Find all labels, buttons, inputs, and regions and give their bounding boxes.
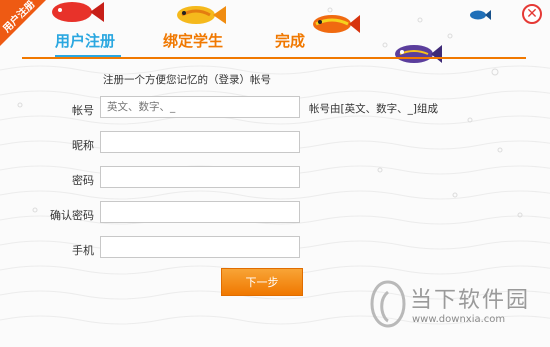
confirm-password-input[interactable] — [100, 201, 300, 223]
watermark-title: 当下软件园 — [410, 288, 531, 313]
password-input[interactable] — [100, 166, 300, 188]
next-button[interactable]: 下一步 — [221, 268, 303, 296]
watermark-logo-icon — [370, 280, 406, 328]
watermark-url: www.downxia.com — [412, 314, 506, 325]
close-button[interactable]: ✕ — [522, 4, 542, 24]
close-icon: ✕ — [526, 6, 538, 22]
registration-window: 用户注册 ✕ 用户注册 绑定学生 完成 注册一个方便您记忆的（登录）帐号 帐号 … — [0, 0, 550, 347]
password-label: 密码 — [72, 174, 94, 187]
nickname-label: 昵称 — [72, 139, 94, 152]
tab-complete[interactable]: 完成 — [275, 30, 305, 51]
fish-red-icon — [52, 2, 104, 22]
tab-divider — [22, 57, 526, 59]
phone-input[interactable] — [100, 236, 300, 258]
step-tabs: 用户注册 绑定学生 完成 — [22, 30, 526, 60]
account-hint: 帐号由[英文、数字、_]组成 — [309, 103, 438, 115]
account-input[interactable] — [100, 96, 300, 118]
watermark: 当下软件园 www.downxia.com — [370, 280, 545, 340]
nickname-input[interactable] — [100, 131, 300, 153]
account-label: 帐号 — [72, 104, 94, 117]
tab-register[interactable]: 用户注册 — [55, 30, 115, 51]
phone-label: 手机 — [72, 244, 94, 257]
tab-bind-student[interactable]: 绑定学生 — [163, 30, 223, 51]
fish-small-blue-icon — [470, 10, 491, 20]
confirm-password-label: 确认密码 — [50, 209, 94, 222]
form-intro: 注册一个方便您记忆的（登录）帐号 — [103, 74, 271, 86]
fish-yellow-icon — [177, 6, 226, 24]
